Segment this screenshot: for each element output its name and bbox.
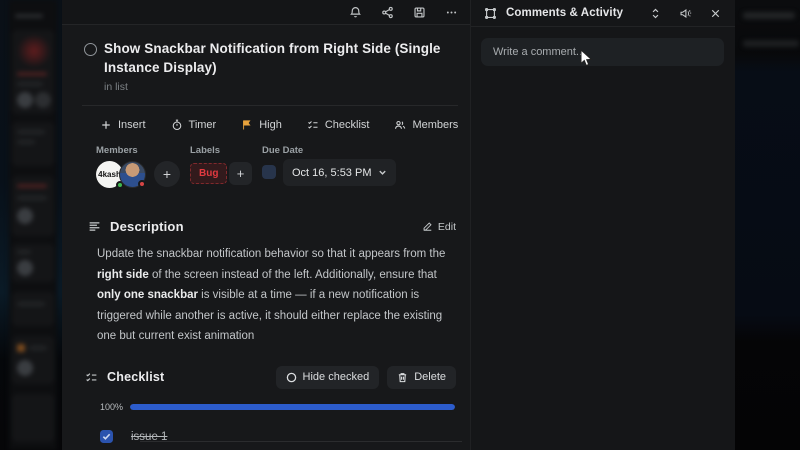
busy-status-dot: [138, 180, 146, 188]
chevron-down-icon: [379, 170, 387, 175]
add-member-button[interactable]: +: [154, 161, 180, 187]
checklist-progress-fill: [130, 403, 455, 410]
task-status-circle[interactable]: [84, 43, 97, 56]
edit-icon: [423, 222, 432, 231]
trash-icon: [399, 372, 407, 382]
description-header: Description Edit: [88, 219, 456, 234]
due-date-checkbox[interactable]: [262, 165, 276, 179]
board-backdrop-left: [0, 0, 62, 450]
quick-actions-row: Insert Timer High Checklist Members: [100, 119, 470, 131]
members-field-label: Members: [96, 145, 138, 156]
delete-checklist-button[interactable]: Delete: [387, 365, 456, 389]
progress-percent: 100%: [100, 401, 124, 412]
checklist-title: Checklist: [107, 370, 165, 384]
divider: [82, 105, 458, 106]
align-left-icon: [88, 220, 101, 233]
add-label-button[interactable]: +: [229, 162, 252, 185]
more-options-icon[interactable]: [445, 6, 458, 19]
comments-activity-panel: Comments & Activity Write a comment...: [470, 0, 735, 450]
due-date-field-label: Due Date: [262, 145, 304, 156]
card-subtitle: in list: [104, 81, 128, 93]
card-toolbar: [62, 0, 470, 25]
divider: [140, 441, 462, 442]
card-fields-row: Members 4kash + Labels Bug + Due Date Oc…: [62, 145, 470, 203]
close-icon[interactable]: [709, 7, 722, 20]
member-avatar-2[interactable]: [119, 161, 146, 188]
due-date-button[interactable]: Oct 16, 5:53 PM: [283, 159, 397, 186]
checklist-progress: 100%: [100, 402, 455, 412]
frame-icon: [484, 7, 497, 20]
megaphone-icon[interactable]: [679, 7, 692, 20]
insert-button[interactable]: Insert: [100, 119, 146, 131]
checklist-header: Checklist Hide checked Delete: [85, 365, 456, 389]
flag-icon: [243, 120, 251, 130]
description-text: Update the snackbar notification behavio…: [97, 248, 446, 342]
checklist-icon: [85, 371, 98, 384]
members-button[interactable]: Members: [394, 119, 458, 131]
hide-checked-button[interactable]: Hide checked: [275, 365, 380, 389]
sort-icon[interactable]: [649, 7, 662, 20]
check-icon: [102, 433, 111, 440]
save-icon[interactable]: [413, 6, 426, 19]
description-title: Description: [110, 219, 184, 234]
edit-description-button[interactable]: Edit: [422, 221, 456, 233]
comments-title: Comments & Activity: [506, 7, 624, 19]
card-detail-panel: Show Snackbar Notification from Right Si…: [62, 0, 470, 450]
label-bug[interactable]: Bug: [190, 163, 228, 184]
app-window: Show Snackbar Notification from Right Si…: [0, 0, 800, 450]
timer-button[interactable]: Timer: [171, 119, 216, 131]
share-icon[interactable]: [381, 6, 394, 19]
blurred-red-glow: [15, 36, 53, 66]
card-title: Show Snackbar Notification from Right Si…: [104, 41, 441, 75]
comments-header: Comments & Activity: [471, 0, 735, 27]
item-checkbox[interactable]: [100, 430, 113, 443]
labels-field-label: Labels: [190, 145, 221, 156]
comment-input[interactable]: Write a comment...: [481, 38, 724, 66]
checklist-button[interactable]: Checklist: [307, 119, 369, 131]
circle-icon: [286, 372, 296, 382]
timer-icon: [172, 119, 181, 131]
members-icon: [395, 120, 406, 129]
plus-icon: [102, 121, 110, 129]
checklist-icon: [307, 121, 318, 129]
priority-high-button[interactable]: High: [241, 119, 282, 131]
bell-icon[interactable]: [349, 6, 362, 19]
checklist-item: issue 1: [100, 428, 470, 446]
board-backdrop-right: [735, 0, 800, 450]
progress-bar: [130, 403, 455, 410]
blurred-board-column: [9, 0, 57, 450]
